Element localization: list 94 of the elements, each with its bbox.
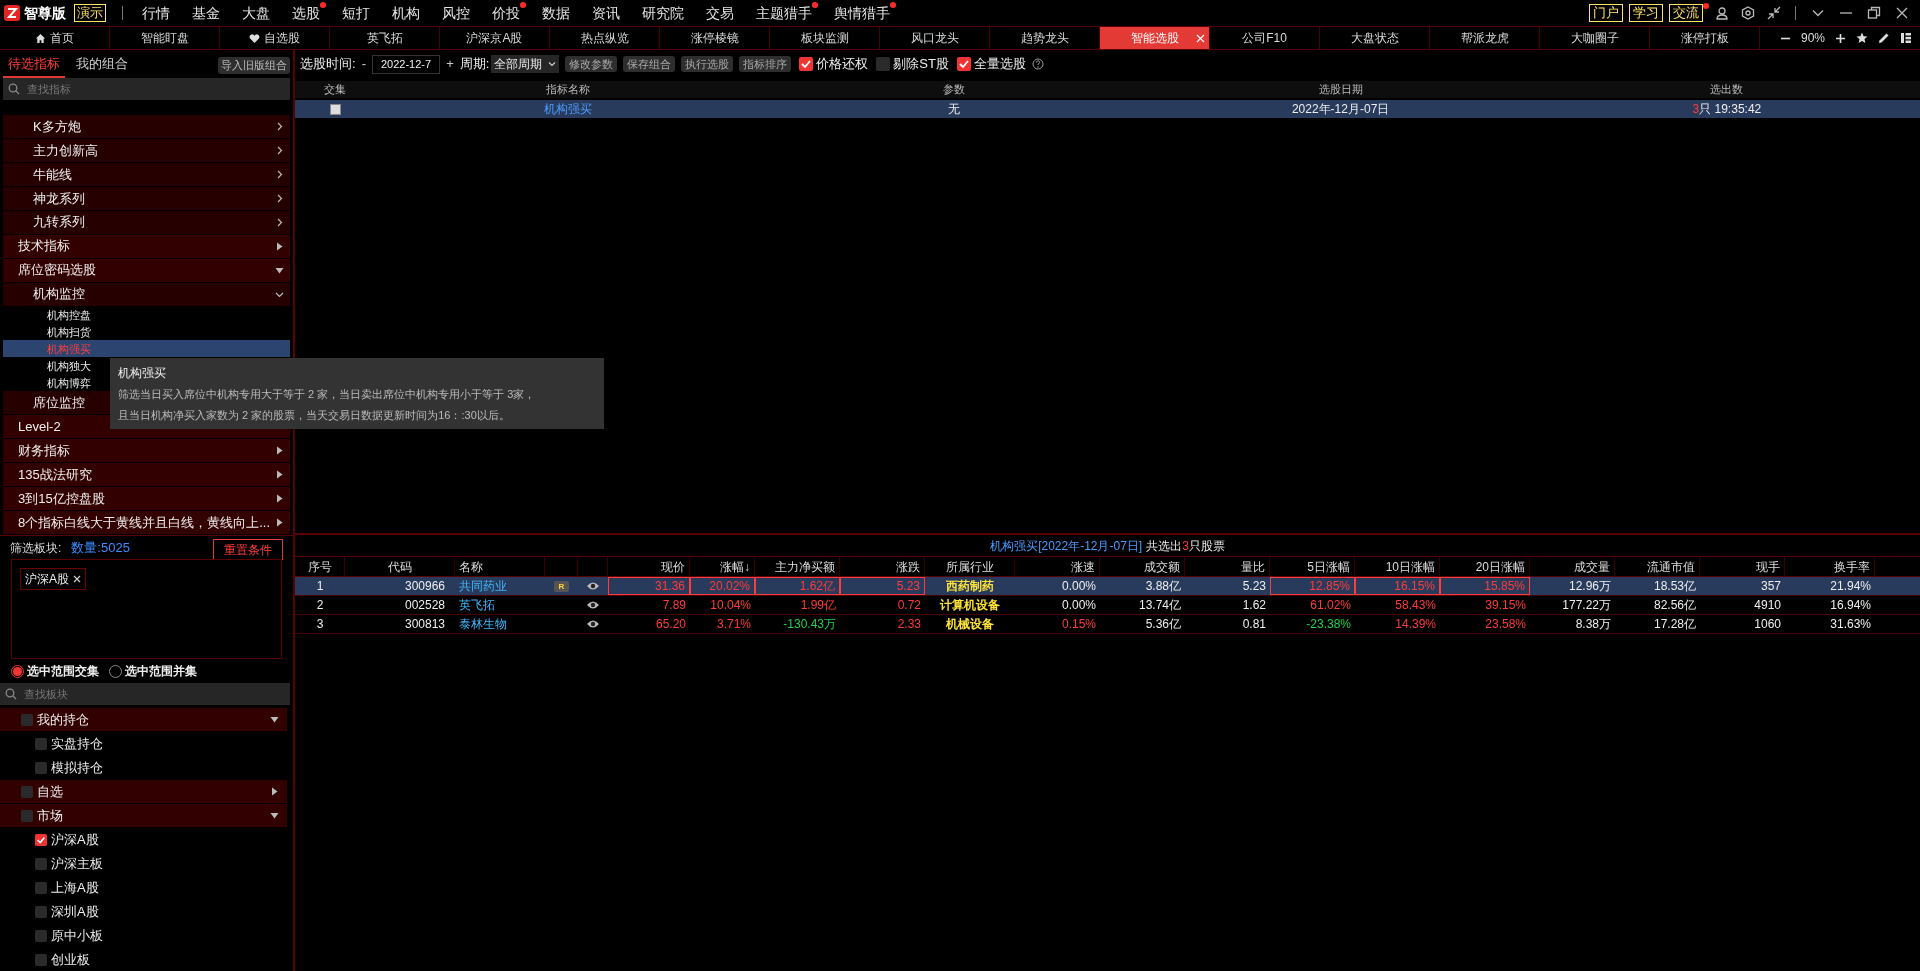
column-header: 5日涨幅 xyxy=(1270,557,1355,576)
table-cell-text: 31.63% xyxy=(1829,616,1872,633)
table-cell-text: 23.58% xyxy=(1484,616,1527,633)
column-header: 交集 xyxy=(323,82,347,98)
table-cell-text: 1.99亿 xyxy=(799,597,837,614)
column-header: 指标名称 xyxy=(545,82,592,98)
table-cell-text: 2 xyxy=(315,597,325,614)
table-cell-text: 10.04% xyxy=(709,597,752,614)
column-header: 涨幅↓ xyxy=(690,557,755,576)
table-cell-text: 39.15% xyxy=(1484,597,1527,614)
period-label: 周期: xyxy=(459,55,490,74)
mode-badge: 演示 xyxy=(74,4,106,22)
table-cell-text: 0.15% xyxy=(1060,616,1097,633)
tooltip-text: 且当日机构净买入家数为 2 家的股票，当天交易日数据更新时间为16：:30以后。 xyxy=(118,407,511,423)
table-cell-text: -23.38% xyxy=(1305,616,1352,633)
table-cell-text: 无 xyxy=(947,101,962,118)
table-cell-text: 2.33 xyxy=(896,616,922,633)
table-cell-text: -130.43万 xyxy=(782,616,837,633)
table-cell-text: 西药制药 xyxy=(945,578,995,595)
table-cell-text: 13.74亿 xyxy=(1137,597,1182,614)
table-cell: 16.15% xyxy=(1355,577,1440,595)
table-cell-text: 357 xyxy=(1759,578,1782,595)
table-cell-text: 0.81 xyxy=(1241,616,1267,633)
column-header: 现价 xyxy=(608,557,690,576)
table-cell-text: 1060 xyxy=(1753,616,1782,633)
result-title: 机构强买[2022年-12月-07日] 共选出 3只股票 xyxy=(295,535,1920,557)
column-header: 代码 xyxy=(345,557,455,576)
column-header: 流通市值 xyxy=(1615,557,1700,576)
table-cell-text: 3.88亿 xyxy=(1144,578,1182,595)
checkbox-label: 全量选股 xyxy=(973,55,1026,74)
badge: R xyxy=(553,580,570,592)
table-cell-text: 2022年-12月-07日 xyxy=(1290,101,1391,118)
table-cell-text: 8.38万 xyxy=(1574,616,1612,633)
column-header: 选股日期 xyxy=(1317,82,1364,98)
column-header: 换手率 xyxy=(1785,557,1875,576)
column-header: 成交量 xyxy=(1530,557,1615,576)
filter-label: 筛选板块: xyxy=(10,539,62,557)
column-header: 10日涨幅 xyxy=(1355,557,1440,576)
table-cell-text: 7.89 xyxy=(661,597,687,614)
column-header: 序号 xyxy=(295,557,345,576)
column-header: 所属行业 xyxy=(925,557,1015,576)
table-cell-text: 300813 xyxy=(403,616,446,633)
zoom-level: 90% xyxy=(1800,30,1825,47)
table-cell-text: 61.02% xyxy=(1309,597,1352,614)
table-cell-text: 0.72 xyxy=(896,597,922,614)
sector-count: 数量:5025 xyxy=(71,538,130,557)
table-cell-text: 177.22万 xyxy=(1561,597,1612,614)
table-cell-text: 0.00% xyxy=(1060,578,1097,595)
checkbox-label: 价格还权 xyxy=(816,55,869,74)
table-cell-text: 0.00% xyxy=(1060,597,1097,614)
radio-label: 选中范围并集 xyxy=(125,663,197,680)
table-cell-text: 5.23 xyxy=(1241,578,1267,595)
table-cell-text: 计算机设备 xyxy=(938,597,1001,614)
column-header: 主力净买额 xyxy=(755,557,840,576)
table-cell-text: 300966 xyxy=(403,578,446,595)
table-cell: 1.62亿 xyxy=(755,577,840,595)
column-header: 量比 xyxy=(1185,557,1270,576)
table-cell-text: 14.39% xyxy=(1394,616,1437,633)
table-cell-text: 机械设备 xyxy=(945,616,995,633)
column-header: 参数 xyxy=(942,82,967,98)
table-cell: 20.02% xyxy=(690,577,755,595)
column-header: 选出数 xyxy=(1709,82,1745,98)
table-cell-text: 3只 19:35:42 xyxy=(1691,101,1763,118)
table-cell-text: 65.20 xyxy=(654,616,687,633)
tooltip-text: 筛选当日买入席位中机构专用大于等于 2 家，当日卖出席位中机构专用小于等于 3家， xyxy=(118,387,537,402)
table-cell: 31.36 xyxy=(608,577,690,595)
column-header: 现手 xyxy=(1700,557,1785,576)
checkbox-label: 剔除ST股 xyxy=(893,55,949,74)
column-header: 涨速 xyxy=(1015,557,1100,576)
table-cell: 12.85% xyxy=(1270,577,1355,595)
column-header: 涨跌 xyxy=(840,557,925,576)
table-cell-text: 17.28亿 xyxy=(1652,616,1697,633)
table-cell-text: 002528 xyxy=(403,597,446,614)
table-cell: 5.23 xyxy=(840,577,925,595)
table-cell-text: 1.62 xyxy=(1241,597,1267,614)
table-cell-text: 3.71% xyxy=(715,616,752,633)
table-cell-text: 4910 xyxy=(1753,597,1782,614)
table-cell-text: 58.43% xyxy=(1394,597,1437,614)
radio-label: 选中范围交集 xyxy=(27,663,99,680)
table-cell-text: 21.94% xyxy=(1829,578,1872,595)
table-cell-text: 18.53亿 xyxy=(1652,578,1697,595)
table-cell-text: 1 xyxy=(315,578,325,595)
column-header: 20日涨幅 xyxy=(1440,557,1530,576)
table-cell-text: 5.36亿 xyxy=(1144,616,1182,633)
column-header: 成交额 xyxy=(1100,557,1185,576)
table-cell-text: 3 xyxy=(315,616,325,633)
date-label: 选股时间: xyxy=(300,55,356,74)
table-cell-text: 16.94% xyxy=(1829,597,1872,614)
table-cell: 15.85% xyxy=(1440,577,1530,595)
table-cell-text: 12.96万 xyxy=(1567,578,1612,595)
column-header: 名称 xyxy=(455,557,545,576)
tooltip-title: 机构强买 xyxy=(118,365,167,382)
table-cell-text: 82.56亿 xyxy=(1652,597,1697,614)
app-edition: 智尊版 xyxy=(24,3,66,23)
